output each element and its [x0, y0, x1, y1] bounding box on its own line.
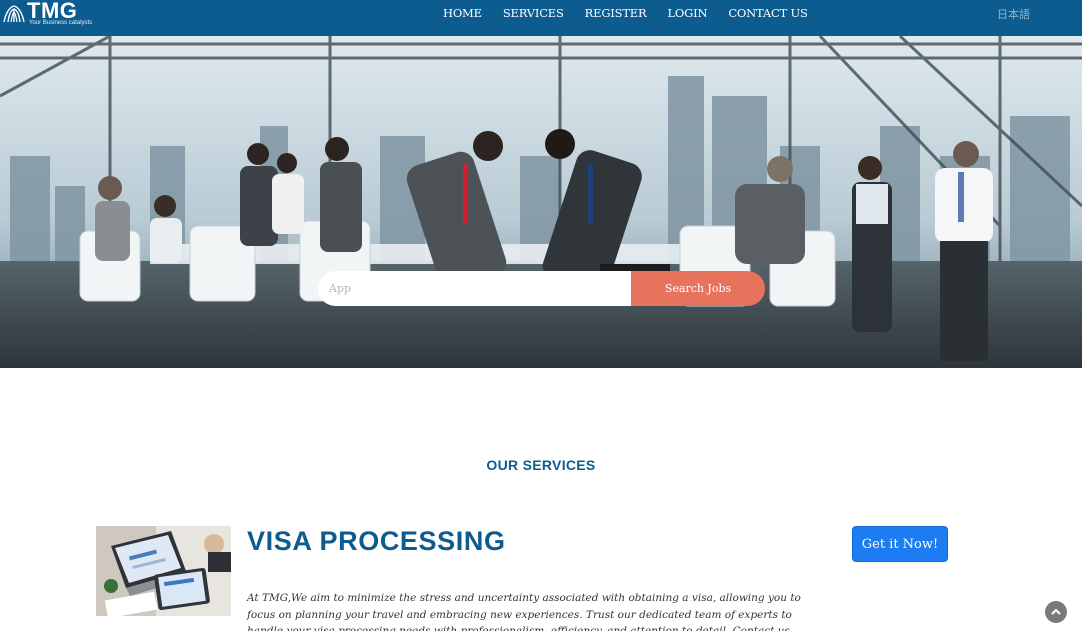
- laptop-documents-illustration: [96, 526, 231, 616]
- nav-contact-us[interactable]: CONTACT US: [728, 6, 808, 20]
- scroll-top-icon: [1051, 608, 1061, 615]
- top-navbar: TMG Your Business catalysts HOME SERVICE…: [0, 0, 1082, 36]
- service-title-visa-processing: VISA PROCESSING: [247, 526, 506, 556]
- visa-processing-image: [96, 526, 231, 616]
- services-section-title: OUR SERVICES: [486, 457, 596, 473]
- nav-services[interactable]: SERVICES: [503, 6, 564, 20]
- service-description-visa-processing: At TMG,We aim to minimize the stress and…: [247, 592, 801, 631]
- hero-banner: Search Jobs: [0, 36, 1082, 368]
- logo-tagline: Your Business catalysts: [29, 20, 93, 26]
- nav-home[interactable]: HOME: [443, 6, 482, 20]
- tmg-logo-icon: [3, 5, 25, 23]
- nav-register[interactable]: REGISTER: [585, 6, 647, 20]
- main-nav: HOME SERVICES REGISTER LOGIN CONTACT US: [443, 6, 829, 20]
- job-search-input[interactable]: [318, 271, 631, 306]
- get-it-now-button[interactable]: Get it Now!: [852, 526, 948, 562]
- nav-login[interactable]: LOGIN: [667, 6, 707, 20]
- tmg-logo[interactable]: TMG Your Business catalysts: [2, 0, 92, 30]
- hero-business-meeting-image: [0, 36, 1082, 368]
- scroll-to-top-button[interactable]: [1045, 601, 1067, 623]
- search-jobs-button[interactable]: Search Jobs: [631, 271, 765, 306]
- language-switch-japanese[interactable]: 日本語: [997, 6, 1030, 22]
- job-search-bar: Search Jobs: [318, 271, 765, 306]
